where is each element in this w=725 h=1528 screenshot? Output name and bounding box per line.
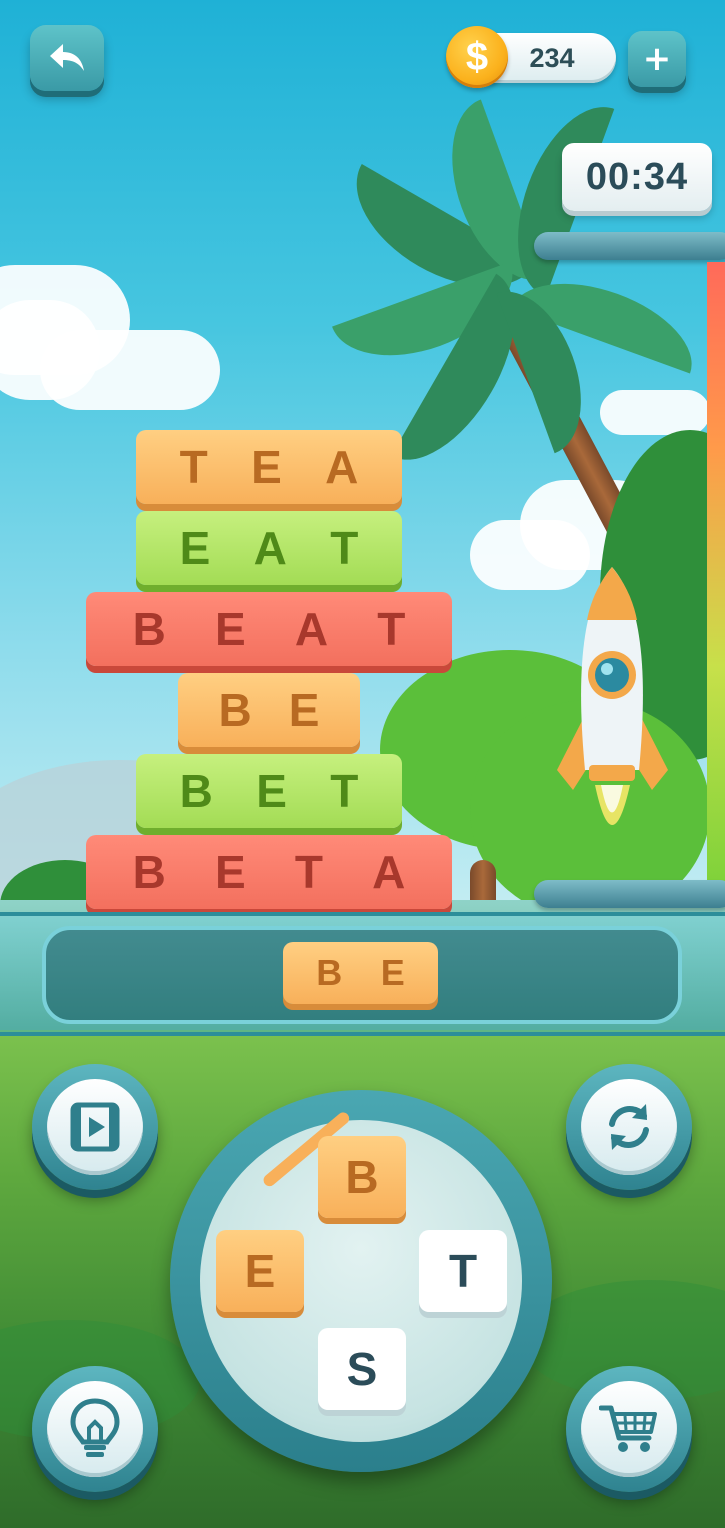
plus-icon: + — [642, 39, 672, 79]
button-face — [581, 1381, 677, 1477]
coin-count: 234 — [529, 42, 575, 73]
word-letter: B — [179, 765, 213, 817]
tower-word-be: B E — [178, 673, 360, 747]
add-coins-button[interactable]: + — [628, 31, 686, 87]
word-letter: A — [294, 603, 329, 655]
lightbulb-icon — [70, 1398, 120, 1457]
wheel-letter: B — [345, 1151, 379, 1203]
wheel-letter: E — [244, 1245, 276, 1297]
tower-word-beat: B E A T — [86, 592, 452, 666]
word-letter: B — [218, 684, 252, 736]
word-letter: E — [251, 441, 282, 493]
timer-value: 00:34 — [585, 155, 689, 198]
wheel-letter: S — [346, 1343, 378, 1395]
word-letter: E — [214, 603, 246, 655]
tower-word-bet: B E T — [136, 754, 402, 828]
shuffle-icon — [609, 1104, 649, 1150]
cloud — [0, 300, 100, 400]
word-letter: B — [132, 603, 166, 655]
video-reward-button[interactable] — [32, 1064, 158, 1190]
dollar-sign: $ — [465, 35, 489, 79]
timer: 00:34 — [562, 143, 712, 211]
back-button[interactable] — [30, 25, 104, 91]
word-letter: B — [132, 846, 166, 898]
button-face — [47, 1079, 143, 1175]
wheel-letter-s[interactable]: S — [318, 1328, 406, 1410]
current-letter: B — [316, 952, 343, 993]
word-letter: A — [372, 846, 406, 898]
shuffle-button[interactable] — [566, 1064, 692, 1190]
word-letter: T — [330, 522, 359, 574]
word-letter: T — [294, 846, 323, 898]
hint-button[interactable] — [32, 1366, 158, 1492]
undo-arrow-icon — [50, 44, 84, 71]
word-letter: E — [179, 522, 211, 574]
word-letter: E — [288, 684, 320, 736]
button-face — [47, 1381, 143, 1477]
current-word-tile: B E — [283, 942, 438, 1004]
video-reward-icon — [70, 1102, 120, 1152]
height-gauge — [707, 262, 725, 884]
cloud — [600, 390, 710, 435]
tower-word-beta: B E T A — [86, 835, 452, 909]
shop-button[interactable] — [566, 1366, 692, 1492]
wheel-letter-b[interactable]: B — [318, 1136, 406, 1218]
button-face — [581, 1079, 677, 1175]
tower-word-tea: T E A — [136, 430, 402, 504]
word-letter: T — [179, 441, 208, 493]
tower-word-eat: E A T — [136, 511, 402, 585]
word-letter: E — [214, 846, 246, 898]
coin-icon: $ — [446, 26, 508, 88]
word-letter: E — [256, 765, 287, 817]
rocket-icon — [557, 567, 668, 825]
current-letter: E — [380, 952, 405, 993]
word-letter: T — [377, 603, 406, 655]
gauge-bottom-cap — [534, 880, 725, 908]
wheel-letter-e[interactable]: E — [216, 1230, 304, 1312]
wheel-letter: T — [448, 1245, 478, 1297]
gauge-top-cap — [534, 232, 725, 260]
shopping-cart-icon — [599, 1405, 657, 1452]
word-letter: A — [253, 522, 287, 574]
word-letter: T — [330, 765, 359, 817]
word-letter: A — [325, 441, 359, 493]
wheel-letter-t[interactable]: T — [419, 1230, 507, 1312]
